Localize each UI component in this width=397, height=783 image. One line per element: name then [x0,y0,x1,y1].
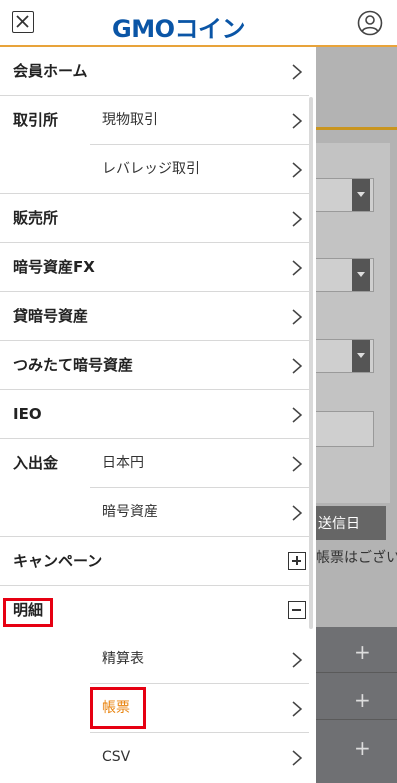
menu-item-tsumitate[interactable]: つみたて暗号資産 [0,341,316,390]
chevron-right-icon [292,456,303,472]
user-account-button[interactable] [357,10,383,36]
menu-label: 会員ホーム [13,62,88,80]
menu-label: 精算表 [102,651,144,667]
section-label-exchange: 取引所 [13,111,59,129]
highlight-box [90,687,146,729]
chevron-right-icon [292,701,303,717]
chevron-right-icon [292,750,303,766]
user-account-icon [357,10,383,36]
expand-plus-icon[interactable] [288,552,306,570]
menu-item-statements[interactable]: 明細 [0,586,316,635]
chevron-right-icon [292,505,303,521]
collapse-minus-icon[interactable] [288,601,306,619]
plus-icon: + [354,688,371,712]
chevron-right-icon [292,211,303,227]
menu-item-campaign[interactable]: キャンペーン [0,537,316,586]
menu-item-exchange-spot[interactable]: 取引所 現物取引 [0,96,316,145]
backdrop-accent-line [316,127,397,130]
backdrop-select [316,258,374,292]
chevron-right-icon [292,309,303,325]
backdrop-dark-list: + + + [316,627,397,783]
close-menu-button[interactable] [12,11,34,33]
app-header: GMOコイン [0,0,397,47]
menu-label: CSV [102,749,131,765]
menu-item-sales[interactable]: 販売所 [0,194,316,243]
menu-label: レバレッジ取引 [102,161,200,177]
menu-item-deposit-crypto[interactable]: 暗号資産 [0,488,316,537]
backdrop-send-button: 送信日 [316,506,386,540]
plus-icon: + [354,640,371,664]
chevron-right-icon [292,260,303,276]
menu-item-deposit-jpy[interactable]: 入出金 日本円 [0,439,316,488]
close-x-icon [16,15,29,28]
divider [316,719,397,720]
menu-item-ieo[interactable]: IEO [0,390,316,439]
backdrop-input [316,411,374,447]
chevron-right-icon [292,358,303,374]
menu-label: 現物取引 [102,112,158,128]
menu-label: IEO [13,405,42,423]
select-arrow-icon [352,179,370,211]
menu-item-lending[interactable]: 貸暗号資産 [0,292,316,341]
gmo-coin-logo[interactable]: GMOコイン [112,9,245,44]
backdrop-notice-text: 帳票はござい [316,549,397,565]
chevron-right-icon [292,652,303,668]
page-backdrop[interactable]: 送信日 帳票はござい + + + [316,47,397,783]
chevron-right-icon [292,64,303,80]
menu-label: 貸暗号資産 [13,307,89,325]
select-arrow-icon [352,340,370,372]
menu-label: 販売所 [13,209,59,227]
chevron-right-icon [292,407,303,423]
plus-icon: + [354,736,371,760]
drawer-scrollbar[interactable] [309,97,313,629]
chevron-right-icon [292,162,303,178]
menu-item-member-home[interactable]: 会員ホーム [0,47,316,96]
backdrop-select [316,178,374,212]
navigation-drawer: 会員ホーム 取引所 現物取引 レバレッジ取引 販売所 暗号資産FX 貸暗号資産 … [0,47,316,783]
divider [316,672,397,673]
menu-item-ledger[interactable]: 帳票 [0,684,316,733]
backdrop-select [316,339,374,373]
menu-item-settlement[interactable]: 精算表 [0,635,316,684]
chevron-right-icon [292,113,303,129]
menu-label: 暗号資産 [102,504,158,520]
section-label-deposit-withdraw: 入出金 [13,454,59,472]
menu-label: 日本円 [102,455,144,471]
menu-label: 暗号資産FX [13,258,95,276]
menu-label: キャンペーン [13,552,103,570]
menu-label: つみたて暗号資産 [13,356,134,374]
menu-item-exchange-leverage[interactable]: レバレッジ取引 [0,145,316,194]
menu-item-csv[interactable]: CSV [0,733,316,782]
select-arrow-icon [352,259,370,291]
menu-item-crypto-fx[interactable]: 暗号資産FX [0,243,316,292]
highlight-box [3,598,53,627]
